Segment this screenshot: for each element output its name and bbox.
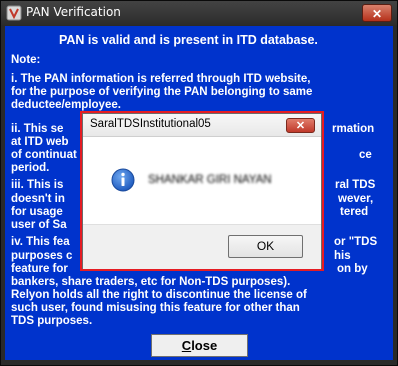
note-line: iv. This fea	[11, 236, 70, 248]
dialog-body: SHANKAR GIRI NAYAN	[83, 137, 321, 224]
dialog-title-bar[interactable]: SaralTDSInstitutional05 ✕	[83, 114, 321, 137]
result-heading: PAN is valid and is present in ITD datab…	[59, 33, 318, 47]
note-line: at ITD web	[11, 136, 69, 148]
note-line: Relyon holds all the right to discontinu…	[11, 289, 307, 301]
dialog-message: SHANKAR GIRI NAYAN	[148, 174, 272, 186]
note-line: feature for	[11, 263, 68, 275]
window-title: PAN Verification	[26, 5, 121, 19]
note-fragment: tered	[340, 206, 369, 218]
note-fragment: on by	[337, 263, 368, 275]
note-line: ii. This se	[11, 123, 64, 135]
close-button[interactable]: Close	[151, 334, 248, 357]
note-line: iii. This is	[11, 179, 64, 191]
note-fragment: wever,	[338, 193, 374, 205]
title-bar[interactable]: PAN Verification ✕	[1, 1, 397, 25]
note-line: period.	[11, 162, 50, 174]
ok-button[interactable]: OK	[228, 235, 303, 258]
note-line: such user, found misusing this feature f…	[11, 302, 300, 314]
note-line: bankers, share traders, etc for Non-TDS …	[11, 276, 291, 288]
note-fragment: or "TDS	[334, 236, 378, 248]
note-line: of continuat	[11, 149, 77, 161]
dialog-title: SaralTDSInstitutional05	[90, 118, 211, 130]
note-line: user of Sa	[11, 219, 67, 231]
window-close-button[interactable]: ✕	[362, 4, 392, 22]
app-icon	[6, 5, 22, 21]
close-mnemonic: C	[181, 338, 192, 353]
note-line: i. The PAN information is referred throu…	[11, 73, 311, 85]
note-line: doesn't in	[11, 193, 65, 205]
note-line: purposes c	[11, 250, 73, 262]
close-button-label: lose	[191, 338, 218, 353]
dialog-footer: OK	[83, 224, 321, 269]
message-dialog: SaralTDSInstitutional05 ✕ SHANKAR GIRI N…	[82, 113, 322, 269]
note-fragment: his	[334, 250, 351, 262]
info-icon	[111, 168, 135, 192]
note-fragment: rmation	[332, 123, 375, 135]
note-line: for the purpose of verifying the PAN bel…	[11, 86, 313, 98]
note-line: for usage	[11, 206, 63, 218]
note-line: TDS purposes.	[11, 315, 93, 327]
note-fragment: ral TDS	[335, 179, 376, 191]
note-label: Note:	[11, 54, 41, 66]
note-fragment: ce	[359, 149, 372, 161]
dialog-close-button[interactable]: ✕	[286, 118, 315, 133]
